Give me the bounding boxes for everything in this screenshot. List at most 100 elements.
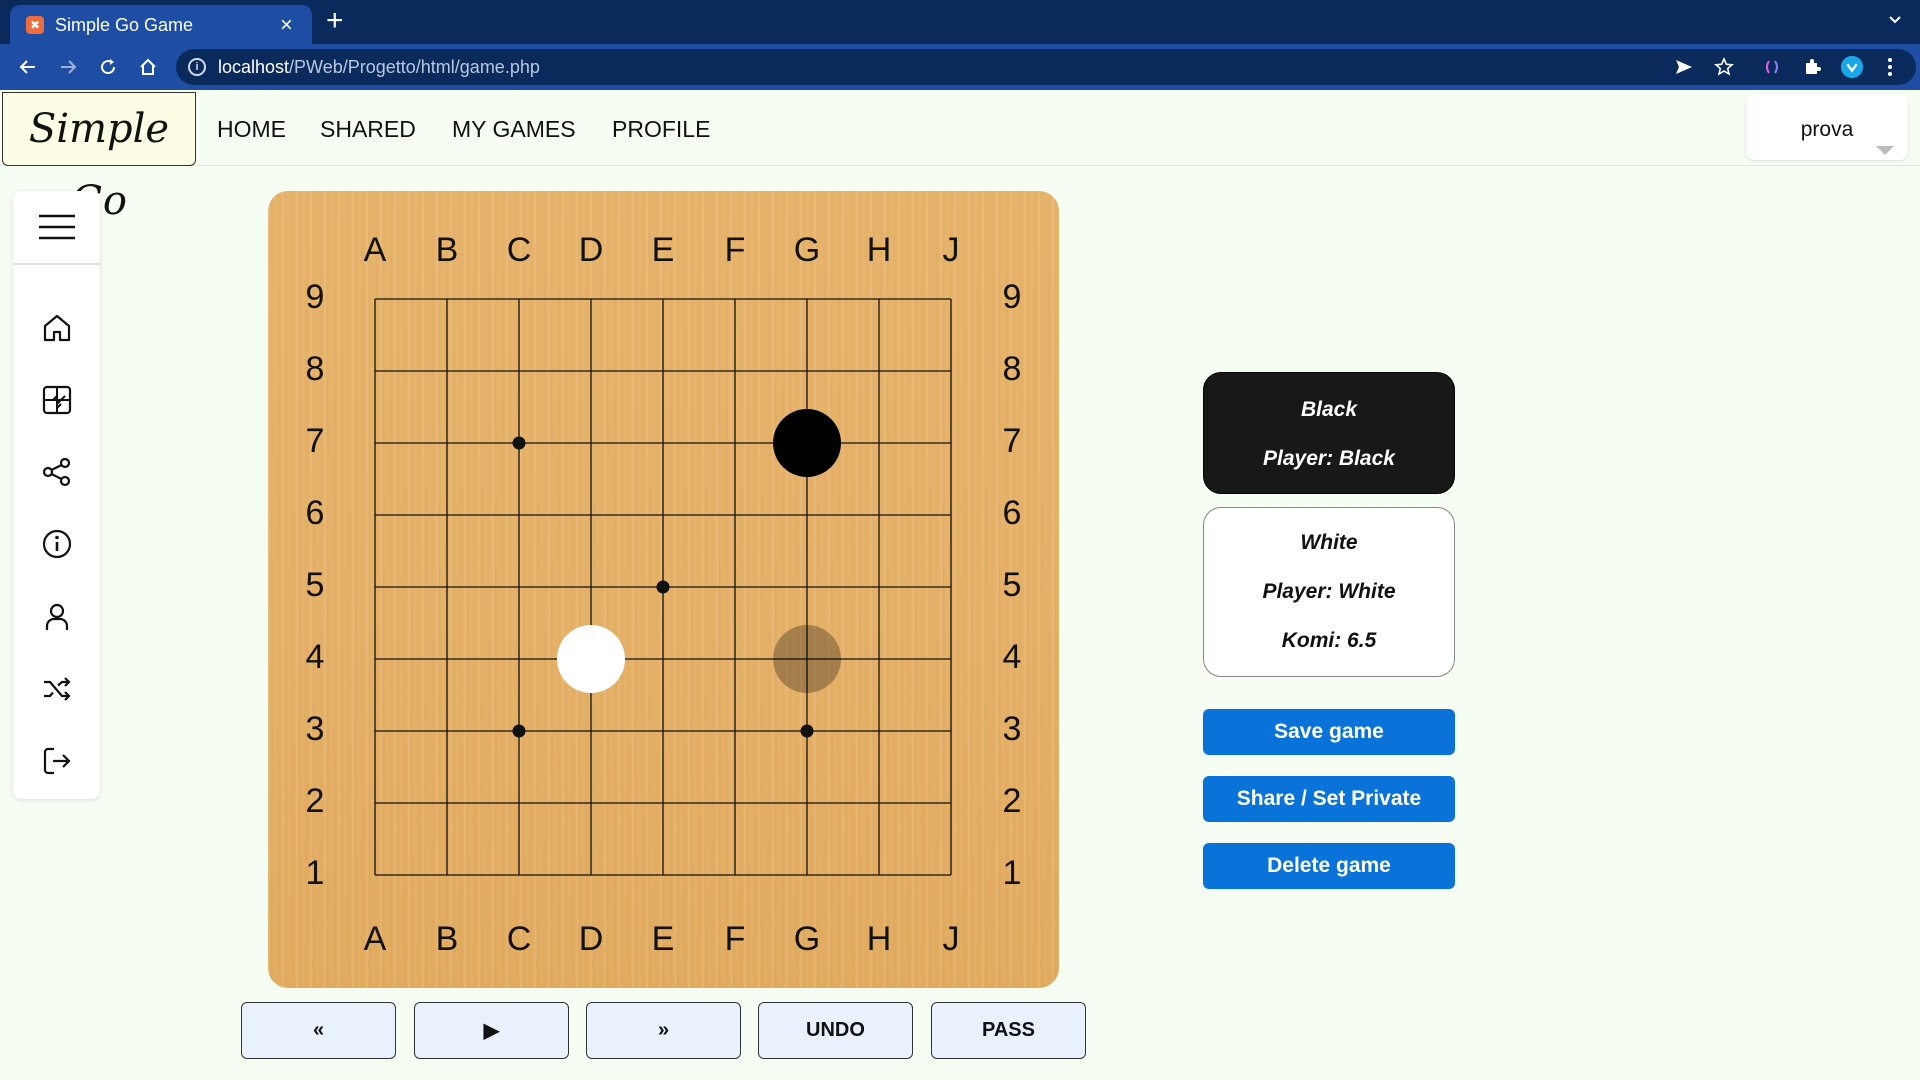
column-label-top: F bbox=[725, 231, 746, 269]
row-label-left: 8 bbox=[306, 350, 325, 388]
nav-profile-link[interactable]: PROFILE bbox=[612, 116, 710, 143]
komi-value: Komi: 6.5 bbox=[1281, 629, 1377, 652]
star-point-G3 bbox=[800, 724, 814, 738]
board-icon bbox=[42, 385, 71, 415]
sidebar-item-info[interactable] bbox=[13, 524, 100, 564]
sidebar bbox=[13, 191, 100, 799]
delete-game-button[interactable]: Delete game bbox=[1203, 843, 1455, 889]
browser-menu-icon[interactable] bbox=[1878, 55, 1902, 79]
column-label-bottom: D bbox=[579, 920, 604, 958]
shuffle-icon bbox=[43, 677, 71, 701]
nav-my-games-link[interactable]: MY GAMES bbox=[452, 116, 576, 143]
column-label-bottom: C bbox=[507, 920, 532, 958]
extension-brackets-icon[interactable] bbox=[1760, 55, 1784, 79]
row-label-left: 5 bbox=[306, 566, 325, 604]
share-icon bbox=[42, 457, 70, 487]
username: prova bbox=[1800, 118, 1854, 141]
column-label-top: H bbox=[867, 231, 892, 269]
star-point-C7 bbox=[512, 436, 526, 450]
white-stone-D4 bbox=[557, 625, 625, 693]
white-title: White bbox=[1300, 531, 1358, 554]
bookmark-star-icon[interactable] bbox=[1712, 55, 1736, 79]
column-label-bottom: H bbox=[867, 920, 892, 958]
last-move-button[interactable]: » bbox=[586, 1002, 741, 1059]
black-stone-G7 bbox=[773, 409, 841, 477]
row-label-right: 5 bbox=[1003, 566, 1022, 604]
address-bar[interactable]: i localhost/PWeb/Progetto/html/game.php bbox=[176, 49, 1916, 85]
column-label-top: C bbox=[507, 231, 532, 269]
app-header: Simple Go HOME SHARED MY GAMES PROFILE p… bbox=[0, 90, 1920, 224]
pass-button[interactable]: PASS bbox=[931, 1002, 1086, 1059]
nav-shared-link[interactable]: SHARED bbox=[320, 116, 416, 143]
user-dropdown[interactable]: prova bbox=[1746, 94, 1908, 160]
extensions-puzzle-icon[interactable] bbox=[1800, 55, 1824, 79]
column-label-bottom: A bbox=[364, 920, 387, 958]
white-player-card: White Player: White Komi: 6.5 bbox=[1203, 507, 1455, 677]
hamburger-menu-button[interactable] bbox=[13, 191, 100, 265]
first-move-button[interactable]: « bbox=[241, 1002, 396, 1059]
row-label-right: 2 bbox=[1003, 782, 1022, 820]
user-icon bbox=[45, 603, 68, 630]
undo-button[interactable]: UNDO bbox=[758, 1002, 913, 1059]
sidebar-item-profile[interactable] bbox=[13, 597, 100, 637]
row-label-left: 2 bbox=[306, 782, 325, 820]
site-info-icon[interactable]: i bbox=[188, 58, 206, 76]
black-player-card: Black Player: Black bbox=[1203, 372, 1455, 494]
save-game-button[interactable]: Save game bbox=[1203, 709, 1455, 755]
row-label-left: 4 bbox=[306, 638, 325, 676]
column-label-top: D bbox=[579, 231, 604, 269]
go-board[interactable]: A A B B C C D D E E F F G G H H J J 9 9 8 8 7 7 6 6 5 5 4 4 3 3 2 2 1 1 bbox=[268, 191, 1059, 988]
dropdown-caret-icon bbox=[1876, 146, 1894, 155]
row-label-left: 1 bbox=[306, 854, 325, 892]
browser-tab-bar: ✖ Simple Go Game × + bbox=[0, 0, 1920, 44]
row-label-right: 1 bbox=[1003, 854, 1022, 892]
column-label-bottom: J bbox=[943, 920, 960, 958]
play-button[interactable]: ▶ bbox=[414, 1002, 569, 1059]
simple-go-logo[interactable]: Simple Go bbox=[2, 92, 196, 224]
white-player-name: Player: White bbox=[1262, 580, 1396, 603]
home-browser-icon[interactable] bbox=[134, 53, 162, 81]
column-label-bottom: G bbox=[794, 920, 820, 958]
row-label-left: 7 bbox=[306, 422, 325, 460]
home-icon bbox=[43, 314, 70, 342]
reload-icon[interactable] bbox=[94, 53, 122, 81]
column-label-top: G bbox=[794, 231, 820, 269]
row-label-right: 3 bbox=[1003, 710, 1022, 748]
black-player-name: Player: Black bbox=[1263, 447, 1395, 470]
close-tab-icon[interactable]: × bbox=[280, 12, 293, 38]
sidebar-item-board[interactable] bbox=[13, 380, 100, 420]
column-label-bottom: E bbox=[652, 920, 675, 958]
favicon-icon: ✖ bbox=[26, 16, 44, 34]
hamburger-icon bbox=[38, 214, 75, 240]
go-board-canvas[interactable]: A A B B C C D D E E F F G G H H J J 9 9 8 8 7 7 6 6 5 5 4 4 3 3 2 2 1 1 bbox=[268, 191, 1059, 988]
browser-toolbar: i localhost/PWeb/Progetto/html/game.php bbox=[0, 44, 1920, 90]
column-label-top: B bbox=[436, 231, 459, 269]
column-label-bottom: B bbox=[436, 920, 459, 958]
tab-title: Simple Go Game bbox=[55, 15, 194, 35]
column-label-top: J bbox=[943, 231, 960, 269]
column-label-bottom: F bbox=[725, 920, 746, 958]
column-label-top: A bbox=[364, 231, 387, 269]
new-tab-icon[interactable]: + bbox=[326, 4, 344, 38]
tab-list-chevron-icon[interactable] bbox=[1886, 10, 1904, 33]
black-title: Black bbox=[1300, 398, 1358, 421]
browser-tab[interactable]: ✖ Simple Go Game × bbox=[10, 5, 312, 44]
sidebar-item-logout[interactable] bbox=[13, 741, 100, 781]
info-icon bbox=[42, 529, 71, 559]
forward-icon[interactable] bbox=[54, 53, 82, 81]
row-label-right: 8 bbox=[1003, 350, 1022, 388]
hover-preview-stone bbox=[773, 625, 841, 693]
sidebar-item-share[interactable] bbox=[13, 452, 100, 492]
back-icon[interactable] bbox=[14, 53, 42, 81]
row-label-right: 7 bbox=[1003, 422, 1022, 460]
share-set-private-button[interactable]: Share / Set Private bbox=[1203, 776, 1455, 822]
sidebar-item-home[interactable] bbox=[13, 308, 100, 348]
nav-home-link[interactable]: HOME bbox=[217, 116, 286, 143]
profile-avatar-icon[interactable] bbox=[1840, 55, 1864, 79]
row-label-left: 3 bbox=[306, 710, 325, 748]
star-point-C3 bbox=[512, 724, 526, 738]
url-text[interactable]: localhost/PWeb/Progetto/html/game.php bbox=[218, 57, 540, 78]
sidebar-item-random[interactable] bbox=[13, 669, 100, 709]
send-icon[interactable] bbox=[1672, 55, 1696, 79]
star-point-E5 bbox=[656, 580, 670, 594]
